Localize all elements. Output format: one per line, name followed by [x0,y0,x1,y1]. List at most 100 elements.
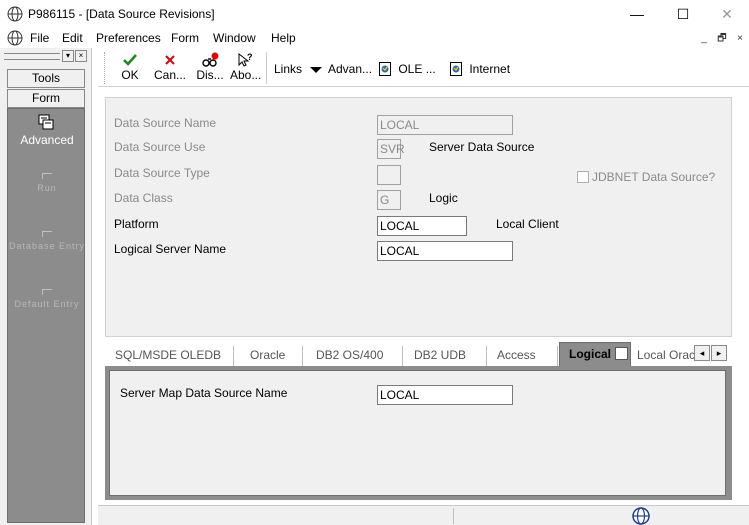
title-bar: P986115 - [Data Source Revisions] — ☐ ✕ [0,0,749,28]
x-icon [165,55,175,65]
data-source-type-field [377,165,401,185]
internet-link[interactable]: Internet [450,62,510,76]
status-separator [453,508,454,524]
minimize-button[interactable]: — [614,0,660,28]
data-source-name-label: Data Source Name [114,116,217,130]
cancel-button[interactable]: Can... [150,52,190,86]
tab-panel: Server Map Data Source Name LOCAL [105,366,732,500]
maximize-button[interactable]: ☐ [660,0,706,28]
close-icon: ✕ [721,5,733,22]
tab-oracle[interactable]: Oracle [241,346,303,366]
default-entry-icon [42,289,52,295]
tools-button[interactable]: Tools [7,69,85,88]
jdbnet-label: JDBNET Data Source? [592,170,716,184]
menu-window[interactable]: Window [213,31,256,45]
tab-logical[interactable]: Logical [559,342,631,366]
tab-local-oracle[interactable]: Local Orac [628,346,694,366]
server-map-field[interactable]: LOCAL [377,385,513,405]
window-title: P986115 - [Data Source Revisions] [28,7,215,21]
exit-item-run-label: Run [37,183,57,193]
logical-server-name-field[interactable]: LOCAL [377,241,513,261]
tab-sql-msde-oledb[interactable]: SQL/MSDE OLEDB [106,346,234,366]
status-globe-icon [632,507,650,525]
internet-label: Internet [469,62,511,76]
ole-doc-icon [379,62,391,76]
minimize-icon: — [630,6,644,22]
ok-label: OK [121,68,139,82]
maximize-icon: ☐ [676,5,690,22]
exit-item-default-entry[interactable]: Default Entry [8,289,86,309]
status-bar [98,505,749,525]
server-map-label: Server Map Data Source Name [120,386,288,400]
tab-scroll-left-button[interactable]: ◂ [694,345,710,361]
advanced-label: Advanced [20,133,74,147]
exit-item-default-entry-label: Default Entry [14,299,80,309]
tab-db2-os400[interactable]: DB2 OS/400 [307,346,403,366]
platform-description: Local Client [496,217,559,231]
menu-edit[interactable]: Edit [62,31,83,45]
app-menu-globe-icon[interactable] [7,30,23,46]
tab-page-icon [615,347,628,360]
form-button[interactable]: Form [7,89,85,108]
form-header: Data Source Name LOCAL Data Source Use S… [105,97,732,337]
check-icon [123,54,137,66]
advanced-icon [38,114,54,130]
tab-scroll-right-button[interactable]: ▸ [711,345,727,361]
advanced-item[interactable]: Advanced [8,109,86,153]
exit-bar: Advanced Run Database Entry Default Entr… [7,108,85,523]
svg-text:?: ? [247,52,253,62]
display-label: Dis... [196,68,224,82]
exit-item-database-entry-label: Database Entry [8,241,86,251]
cancel-label: Can... [153,68,186,82]
menu-preferences[interactable]: Preferences [96,31,161,45]
tab-logical-label: Logical [569,347,612,361]
platform-field[interactable]: LOCAL [377,216,467,236]
mdi-minimize-button[interactable]: _ [697,32,711,45]
data-source-use-field: SVR [377,139,405,159]
data-source-type-label: Data Source Type [114,166,210,180]
ole-label: OLE ... [398,62,436,76]
data-source-use-description: Server Data Source [429,140,535,154]
app-globe-icon [7,6,23,22]
help-pointer-icon: ? [238,52,253,67]
menu-help[interactable]: Help [271,31,296,45]
data-source-name-field: LOCAL [377,115,513,135]
binoculars-icon [202,52,219,67]
toolbar-separator [266,52,267,84]
display-button[interactable]: Dis... [194,52,226,86]
run-icon [42,173,52,179]
panel-grip[interactable] [4,53,60,60]
links-label: Links [274,62,303,76]
menu-form[interactable]: Form [171,31,199,45]
internet-doc-icon [450,62,462,76]
exit-item-run[interactable]: Run [8,173,86,193]
mdi-restore-button[interactable]: 🗗 [715,32,729,45]
mdi-close-button[interactable]: × [733,32,747,45]
close-button[interactable]: ✕ [704,0,749,28]
tab-db2-udb[interactable]: DB2 UDB [405,346,487,366]
ok-button[interactable]: OK [116,52,144,86]
toolbar-grip[interactable] [104,52,106,84]
platform-label: Platform [114,217,159,231]
about-label: Abo... [230,68,262,82]
panel-close-icon[interactable]: × [75,50,87,62]
toolbar: OK Can... Dis... ? Abo... Links Advan... [98,50,749,87]
links-menu[interactable]: Links [274,62,323,76]
data-class-field: G [377,190,401,210]
tab-access[interactable]: Access [488,346,558,366]
logical-server-name-label: Logical Server Name [114,242,227,256]
exit-item-database-entry[interactable]: Database Entry [8,231,86,251]
caret-down-icon [310,66,323,73]
jdbnet-checkbox[interactable] [577,171,589,183]
about-button[interactable]: ? Abo... [230,52,262,86]
data-source-use-label: Data Source Use [114,140,206,154]
advanced-menu[interactable]: Advan... [328,62,372,76]
panel-menu-icon[interactable]: ▾ [62,50,74,62]
database-entry-icon [42,231,52,237]
ole-link[interactable]: OLE ... [379,62,436,76]
menu-file[interactable]: File [30,31,49,45]
data-class-label: Data Class [114,191,173,205]
tab-panel-content: Server Map Data Source Name LOCAL [109,370,726,496]
left-panel: ▾ × Tools Form Advanced Run Database Ent… [0,48,92,525]
menu-bar: File Edit Preferences Form Window Help _… [0,28,749,48]
